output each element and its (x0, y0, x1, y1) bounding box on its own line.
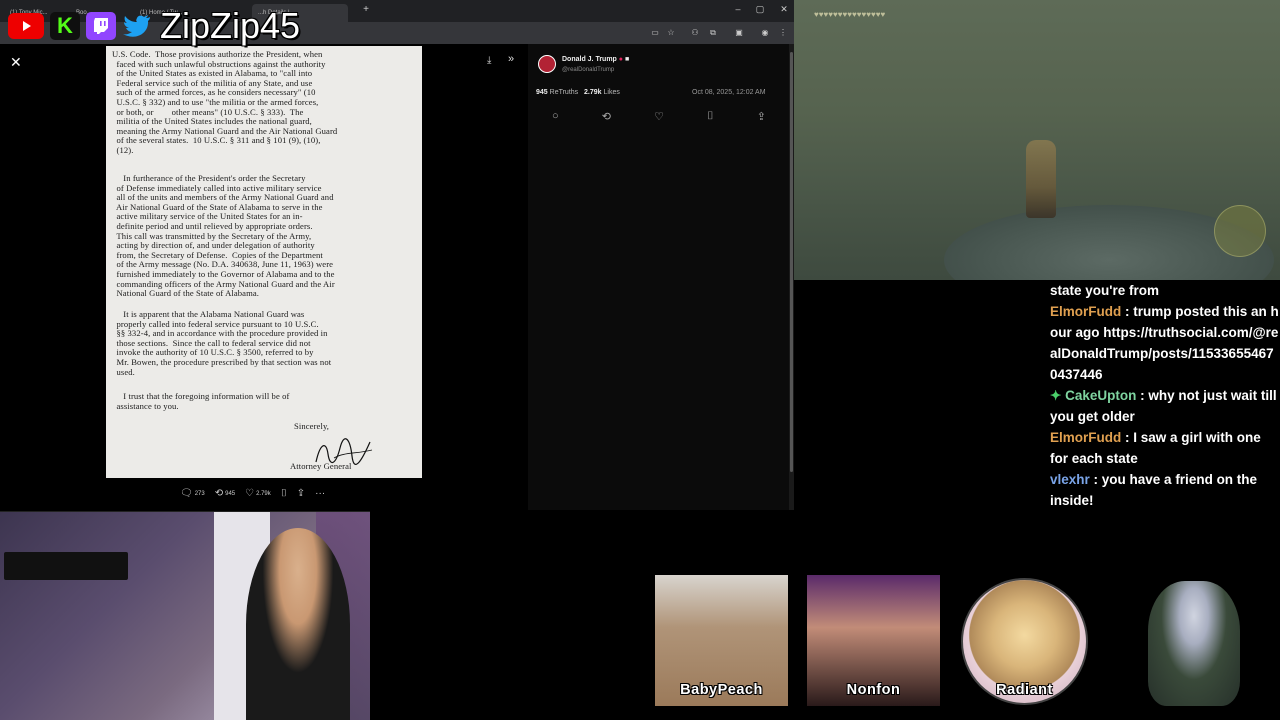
guest-label: BabyPeach (680, 682, 763, 698)
guest-cam-elf-avatar (1140, 575, 1248, 706)
guest-cam-nonfon: Nonfon (807, 575, 940, 706)
chat-username: CakeUpton (1065, 388, 1137, 403)
doc-paragraph-3: It is apparent that the Alabama National… (116, 309, 332, 377)
post-action-bar: ○ ⟲ ♡ ⌷ ⇪ (552, 110, 766, 123)
extension-icon[interactable]: ⚇ (690, 28, 700, 38)
expand-icon[interactable]: » (508, 53, 514, 65)
close-window-button[interactable]: ✕ (774, 4, 794, 15)
streamer-webcam (0, 511, 370, 720)
retruth-button[interactable]: ⟲ 945 (215, 488, 235, 499)
bookmark-icon: ⌷ (280, 488, 287, 499)
stream-chat: state you're from ElmorFudd : trump post… (1046, 280, 1280, 550)
chat-username: vlexhr (1050, 472, 1090, 487)
install-icon[interactable]: ▭ (650, 28, 660, 38)
chat-message: vlexhr : you have a friend on the inside… (1050, 472, 1258, 508)
chat-message: ✦ CakeUpton : why not just wait till you… (1050, 388, 1277, 424)
badge-icon: ■ (624, 56, 630, 63)
retruth-icon: ⟲ (214, 488, 224, 499)
minimize-button[interactable]: – (728, 4, 748, 14)
doc-paragraph-4: I trust that the foregoing information w… (116, 391, 290, 411)
channel-name: ZipZip45 (160, 5, 301, 46)
retruths-label: ReTruths (549, 89, 579, 96)
likes-label: Likes (603, 89, 620, 96)
browser-window: (1) Tony Mic... Boo... (1) Home / Tw... … (0, 0, 794, 510)
webcam-streamer (246, 528, 350, 720)
author-avatar[interactable] (538, 55, 556, 73)
viewer-action-bar: 🗨 273 ⟲ 945 ♡ 2.79k ⌷ ⇪ ··· (180, 488, 325, 499)
twitch-icon (86, 12, 116, 40)
post-handle[interactable]: @realDonaldTrump (562, 67, 614, 73)
like-button[interactable]: ♡ 2.79k (245, 488, 271, 499)
guest-label: Radiant (996, 682, 1053, 698)
reply-icon: 🗨 (180, 488, 193, 499)
doc-paragraph-2: In furtherance of the President's order … (116, 173, 335, 299)
reply-button[interactable]: 🗨 273 (180, 488, 205, 499)
new-tab-button[interactable]: + (356, 4, 376, 15)
bookmark-icon[interactable]: ⌷ (707, 110, 714, 123)
youtube-icon (8, 13, 44, 39)
scrollbar-thumb[interactable] (790, 52, 793, 472)
puzzle-icon[interactable]: ⧉ (708, 28, 718, 38)
document-image: U.S. Code. Those provisions authorize th… (106, 46, 422, 478)
menu-icon[interactable]: ⋮ (778, 28, 788, 38)
doc-signatory: Attorney General (290, 461, 352, 471)
likes-count: 2.79k (584, 89, 602, 96)
webcam-piano (4, 552, 128, 580)
chat-badge-icon: ✦ (1050, 388, 1062, 403)
guest-cam-babypeach: BabyPeach (655, 575, 788, 706)
more-button[interactable]: ··· (315, 488, 325, 499)
post-stats: 945 ReTruths 2.79k Likes (536, 89, 620, 96)
chat-username: ElmorFudd (1050, 430, 1122, 445)
game-character (1026, 140, 1056, 218)
retruth-icon[interactable]: ⟲ (602, 110, 611, 123)
health-hearts: ♥♥♥♥♥♥♥♥♥♥♥♥♥♥♥ (814, 10, 886, 19)
reply-icon[interactable]: ○ (552, 110, 559, 123)
share-icon: ⇪ (296, 488, 306, 499)
doc-closing: Sincerely, (294, 421, 330, 431)
chat-message: state you're from (1046, 280, 1280, 301)
reply-count: 273 (194, 490, 205, 497)
like-count: 2.79k (256, 490, 271, 497)
download-icon[interactable]: ⤓ (487, 55, 491, 66)
guest-avatar (1148, 581, 1240, 706)
retruths-count: 945 (536, 89, 548, 96)
bookmark-button[interactable]: ⌷ (281, 488, 287, 499)
doc-paragraph-1: U.S. Code. Those provisions authorize th… (112, 49, 338, 155)
profile-icon[interactable]: ◉ (760, 28, 770, 38)
maximize-button[interactable]: ▢ (750, 4, 770, 15)
heart-icon[interactable]: ♡ (654, 110, 664, 123)
post-date: Oct 08, 2025, 12:02 AM (692, 89, 766, 96)
star-icon[interactable]: ☆ (666, 28, 676, 38)
game-view: ♥♥♥♥♥♥♥♥♥♥♥♥♥♥♥ (794, 0, 1280, 280)
stream-branding: K ZipZip45 (8, 5, 301, 46)
share-button[interactable]: ⇪ (297, 488, 305, 499)
kick-icon: K (50, 12, 80, 40)
chat-message: ElmorFudd : trump posted this an hour ag… (1050, 304, 1279, 382)
chat-text: state you're from (1050, 283, 1159, 298)
sidebar-icon[interactable]: ▣ (734, 28, 744, 38)
guest-label: Nonfon (846, 682, 901, 698)
verified-icon: ● (618, 56, 624, 63)
post-author[interactable]: Donald J. Trump ● ■ (562, 56, 629, 63)
guest-cam-radiant: Radiant (958, 575, 1091, 706)
chat-message: ElmorFudd : I saw a girl with one for ea… (1050, 430, 1261, 466)
author-name: Donald J. Trump (562, 56, 617, 63)
game-minimap (1214, 205, 1266, 257)
close-viewer-icon[interactable]: ✕ (10, 54, 22, 71)
chat-username: ElmorFudd (1050, 304, 1122, 319)
retruth-count: 945 (225, 490, 236, 497)
heart-icon: ♡ (245, 488, 255, 499)
more-icon: ··· (315, 488, 326, 499)
share-icon[interactable]: ⇪ (757, 110, 766, 123)
twitter-bird-icon (122, 12, 152, 40)
